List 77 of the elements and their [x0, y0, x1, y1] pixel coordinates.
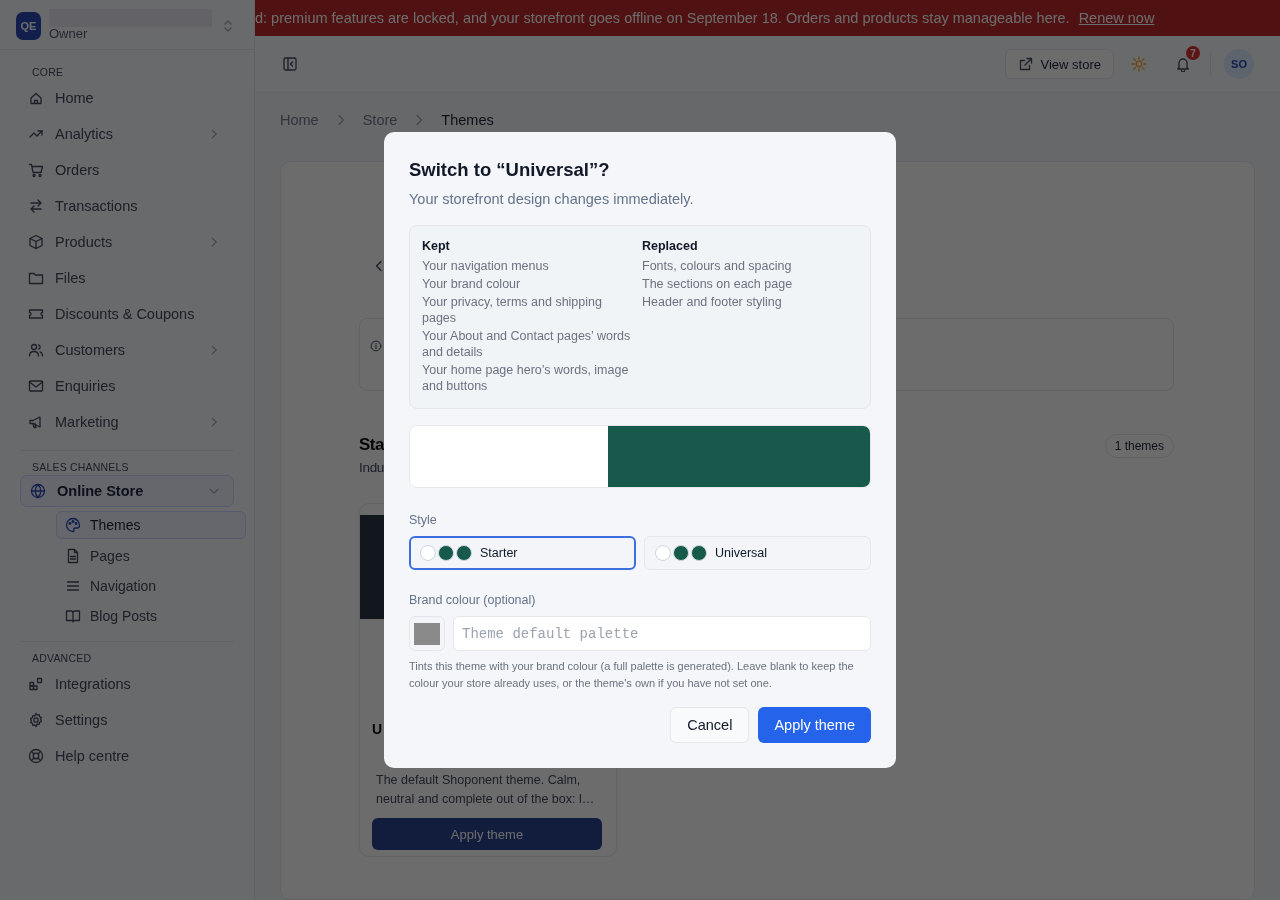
- breadcrumb-link[interactable]: Themes: [441, 112, 494, 128]
- book-icon: [65, 608, 81, 624]
- nav-item[interactable]: Help centre: [20, 738, 234, 774]
- nav-item[interactable]: Discounts & Coupons: [20, 296, 234, 332]
- list-item: Fonts, colours and spacing: [642, 258, 793, 274]
- nav-item[interactable]: Home: [20, 80, 234, 116]
- nav-item[interactable]: Transactions: [20, 188, 234, 224]
- box-icon: [28, 234, 44, 250]
- dialog-subtitle: Your storefront design changes immediately.: [409, 190, 695, 209]
- nav-item[interactable]: Enquiries: [20, 368, 234, 404]
- lifebuoy-icon: [28, 748, 44, 764]
- field-label: Style: [409, 512, 437, 528]
- cart-icon: [28, 162, 44, 178]
- section-label: SALES CHANNELS: [32, 461, 129, 473]
- mail-icon: [28, 378, 44, 394]
- view-store-button[interactable]: View store: [1004, 49, 1114, 79]
- ticket-icon: [28, 306, 44, 322]
- column-heading: Replaced: [642, 238, 699, 254]
- notification-count: 7: [1186, 46, 1200, 60]
- gear-icon: [28, 712, 44, 728]
- cancel-button[interactable]: Cancel: [670, 707, 750, 743]
- nav-item[interactable]: Products: [20, 224, 234, 260]
- nav-subitem[interactable]: Blog Posts: [56, 601, 246, 631]
- list-item: The sections on each page: [642, 276, 794, 292]
- nav-subitem[interactable]: Pages: [56, 541, 246, 571]
- dialog-title: Switch to “Universal”?: [409, 158, 611, 182]
- nav-item[interactable]: Online Store: [20, 475, 234, 507]
- nav-subitem[interactable]: Themes: [56, 511, 246, 539]
- nav-item[interactable]: Orders: [20, 152, 234, 188]
- store-role: Owner: [49, 26, 89, 41]
- nav-item[interactable]: Analytics: [20, 116, 234, 152]
- list-item: Your About and Contact pages’ words and details: [422, 328, 632, 360]
- nav-item[interactable]: Files: [20, 260, 234, 296]
- list-item: Your brand colour: [422, 276, 522, 292]
- nav-item[interactable]: Marketing: [20, 404, 234, 440]
- field-label: Brand colour (optional): [409, 592, 536, 608]
- section-subheading: Indu: [359, 459, 385, 477]
- home-icon: [28, 90, 44, 106]
- users-icon: [28, 342, 44, 358]
- section-label: CORE: [32, 66, 64, 78]
- globe-icon: [30, 483, 46, 499]
- color-input-field[interactable]: Theme default palette: [453, 616, 871, 651]
- apply-theme-button[interactable]: Apply theme: [758, 707, 871, 743]
- swap-arrows-icon: [28, 198, 44, 214]
- column-heading: Kept: [422, 238, 451, 254]
- user-avatar[interactable]: SO: [1224, 49, 1254, 79]
- blocks-icon: [28, 676, 44, 692]
- sun-icon: [1131, 56, 1147, 72]
- section-label: ADVANCED: [32, 652, 92, 664]
- megaphone-icon: [28, 414, 44, 430]
- list-item: Your navigation menus: [422, 258, 550, 274]
- color-picker-button[interactable]: [409, 616, 445, 651]
- sidebar-toggle-icon: [282, 56, 298, 72]
- lines-icon: [65, 578, 81, 594]
- apply-theme-button[interactable]: Apply theme: [372, 818, 602, 850]
- nav-item[interactable]: Settings: [20, 702, 234, 738]
- bell-icon: [1175, 56, 1191, 72]
- document-icon: [65, 548, 81, 564]
- store-avatar: QE: [16, 11, 41, 40]
- renew-link[interactable]: Renew now: [1078, 10, 1155, 26]
- nav-item[interactable]: Integrations: [20, 666, 234, 702]
- list-item: Header and footer styling: [642, 294, 783, 310]
- nav-subitem[interactable]: Navigation: [56, 571, 246, 601]
- external-link-icon: [1017, 56, 1034, 72]
- help-text: Tints this theme with your brand colour (a full palette is generated). Leave blank to keep the colour your store already uses, or the theme's own if you have not set one.: [409, 659, 855, 691]
- folder-icon: [28, 270, 44, 286]
- style-option[interactable]: Universal: [644, 536, 871, 570]
- palette-icon: [65, 517, 81, 533]
- list-item: Your privacy, terms and shipping pages: [422, 294, 603, 326]
- list-item: Your home page hero’s words, image and buttons: [422, 362, 630, 394]
- nav-item[interactable]: Customers: [20, 332, 234, 368]
- info-icon: [370, 340, 382, 352]
- style-option[interactable]: Starter: [409, 536, 636, 570]
- section-heading: Sta: [359, 434, 385, 456]
- theme-description: The default Shoponent theme. Calm, neutral and complete out of the box: l…: [375, 772, 596, 808]
- banner-message: d: premium features are locked, and your storefront goes offline on September 18. Orders and products stay manageable here.: [255, 10, 1070, 26]
- theme-title: U: [372, 720, 384, 738]
